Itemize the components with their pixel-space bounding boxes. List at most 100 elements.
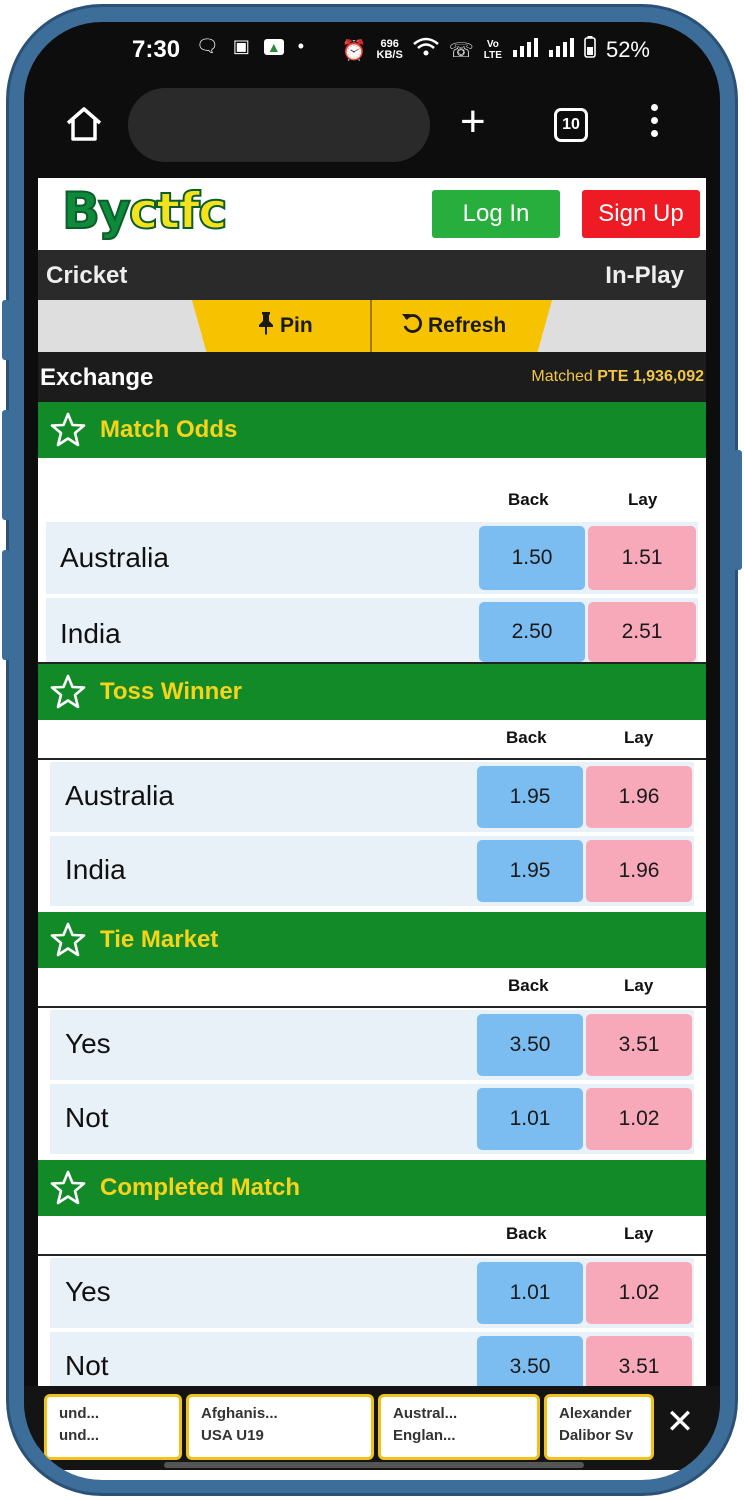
recent-match-card[interactable]: und... und... [44, 1394, 182, 1460]
market-header[interactable]: Match Odds [38, 402, 706, 458]
recent-matches-bar: und... und... Afghanis... USA U19 Austra… [24, 1386, 720, 1470]
back-odds-button[interactable]: 1.95 [477, 840, 583, 902]
address-bar[interactable] [128, 88, 430, 162]
runner-name: Yes [65, 1028, 111, 1059]
back-odds-button[interactable]: 1.95 [477, 766, 583, 828]
runner-name: India [60, 618, 121, 649]
lay-odds-button[interactable]: 3.51 [586, 1014, 692, 1076]
lay-column-header: Lay [624, 1224, 654, 1243]
divider [38, 1254, 706, 1256]
net-speed-unit: KB/S [376, 49, 403, 61]
home-indicator [164, 1462, 584, 1468]
lay-odds-button[interactable]: 1.02 [586, 1262, 692, 1324]
inplay-label: In-Play [605, 262, 684, 289]
back-odds-button[interactable]: 1.50 [479, 526, 585, 590]
matched-label: Matched [531, 368, 593, 385]
lay-column-header: Lay [628, 490, 658, 509]
side-button [2, 410, 10, 520]
close-icon[interactable]: ✕ [658, 1400, 702, 1444]
divider [38, 1006, 706, 1008]
runner-name: India [65, 854, 126, 885]
alarm-icon: ⏰ [341, 39, 367, 62]
pin-icon [256, 311, 276, 341]
status-bar: 7:30 🗨 ▣ ▲ • ⏰ 696 KB/S ☏ Vo LTE 52% [24, 22, 720, 82]
lay-odds-button[interactable]: 1.96 [586, 766, 692, 828]
site-header: Byctfc Log In Sign Up [38, 178, 706, 250]
star-icon[interactable] [50, 412, 86, 448]
star-icon[interactable] [50, 674, 86, 710]
runner-name: Yes [65, 1276, 111, 1307]
pin-button[interactable]: Pin [256, 300, 313, 352]
side-button [734, 450, 742, 570]
drive-icon: ▲ [263, 38, 284, 55]
back-odds-button[interactable]: 1.01 [477, 1262, 583, 1324]
wifi-call-icon: ☏ [448, 39, 474, 62]
volte-bottom: LTE [483, 50, 502, 61]
back-column-header: Back [506, 1224, 547, 1243]
exchange-bar: Exchange Matched PTE 1,936,092 [38, 352, 706, 402]
team-1: Alexander [559, 1405, 632, 1422]
web-page: Byctfc Log In Sign Up Cricket In-Play Pi… [38, 178, 706, 1480]
pin-label: Pin [280, 314, 313, 337]
market-header[interactable]: Completed Match [38, 1160, 706, 1216]
team-2: Dalibor Sv [559, 1427, 634, 1444]
refresh-label: Refresh [428, 314, 507, 337]
team-2: Englan... [393, 1427, 456, 1444]
runner-name: Not [65, 1102, 109, 1133]
action-strip: Pin Refresh [38, 300, 706, 352]
refresh-icon [400, 311, 424, 341]
star-icon[interactable] [50, 1170, 86, 1206]
runner-name: Australia [60, 542, 169, 573]
browser-toolbar: + 10 [24, 82, 720, 178]
team-1: Austral... [393, 1405, 458, 1422]
home-icon[interactable] [64, 104, 104, 144]
refresh-button[interactable]: Refresh [400, 300, 506, 352]
runner-name: Not [65, 1350, 109, 1381]
phone-screen: 7:30 🗨 ▣ ▲ • ⏰ 696 KB/S ☏ Vo LTE 52% + 1… [24, 22, 720, 1480]
recent-match-card[interactable]: Afghanis... USA U19 [186, 1394, 374, 1460]
sport-name: Cricket [46, 262, 128, 289]
runner-name: Australia [65, 780, 174, 811]
market-header[interactable]: Toss Winner [38, 664, 706, 720]
more-menu-icon[interactable] [648, 104, 660, 144]
volte-icon: Vo LTE [484, 39, 502, 61]
back-odds-button[interactable]: 2.50 [479, 602, 585, 662]
recent-match-card[interactable]: Austral... Englan... [378, 1394, 540, 1460]
system-icons: ⏰ 696 KB/S ☏ Vo LTE 52% [342, 36, 650, 64]
battery-level: 52% [605, 37, 650, 62]
dot-icon: • [297, 36, 305, 56]
sport-bar: Cricket In-Play [38, 250, 706, 300]
action-divider [370, 300, 372, 352]
back-odds-button[interactable]: 1.01 [477, 1088, 583, 1150]
recent-match-card[interactable]: Alexander Dalibor Sv [544, 1394, 654, 1460]
back-column-header: Back [508, 976, 549, 995]
lay-odds-button[interactable]: 1.51 [588, 526, 696, 590]
notification-icons: 🗨 ▣ ▲ • [196, 36, 304, 57]
matched-value: PTE 1,936,092 [597, 368, 704, 385]
market-header[interactable]: Tie Market [38, 912, 706, 968]
matched-amount: Matched PTE 1,936,092 [531, 368, 704, 386]
signal-icon-2 [548, 37, 574, 63]
star-icon[interactable] [50, 922, 86, 958]
lay-odds-button[interactable]: 1.96 [586, 840, 692, 902]
wifi-icon [412, 37, 439, 63]
back-column-header: Back [506, 728, 547, 747]
team-2: USA U19 [201, 1427, 264, 1444]
battery-icon [584, 36, 596, 64]
site-logo[interactable]: Byctfc [61, 181, 229, 241]
market-title: Tie Market [100, 926, 219, 953]
net-speed: 696 KB/S [377, 39, 403, 61]
new-tab-icon[interactable]: + [460, 100, 486, 144]
lay-odds-button[interactable]: 2.51 [588, 602, 696, 662]
exchange-title: Exchange [40, 364, 154, 391]
lay-odds-button[interactable]: 1.02 [586, 1088, 692, 1150]
back-column-header: Back [508, 490, 549, 509]
divider [38, 758, 706, 760]
tab-switcher-icon[interactable]: 10 [554, 108, 588, 142]
lay-column-header: Lay [624, 728, 654, 747]
market-title: Completed Match [100, 1174, 301, 1201]
login-button[interactable]: Log In [432, 190, 560, 238]
signup-button[interactable]: Sign Up [582, 190, 700, 238]
team-2: und... [59, 1427, 99, 1444]
back-odds-button[interactable]: 3.50 [477, 1014, 583, 1076]
